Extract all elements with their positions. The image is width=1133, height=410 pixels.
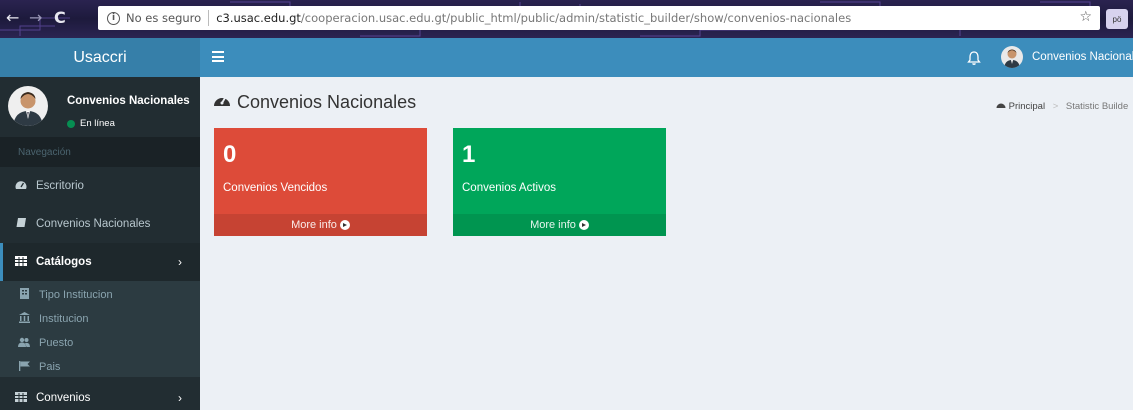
dashboard-icon [996, 101, 1009, 112]
user-menu[interactable]: Convenios Nacionales [1001, 46, 1133, 68]
status-badge: En línea [67, 118, 115, 129]
chevron-right-icon: › [178, 391, 182, 405]
address-bar[interactable]: i No es seguro c3.usac.edu.gt /cooperaci… [98, 6, 1100, 30]
more-info-label: More info [530, 219, 576, 231]
table-icon [15, 391, 27, 405]
sidebar-item-label: Convenios [36, 392, 91, 404]
stat-box-vencidos: 0 Convenios Vencidos More info [214, 128, 427, 236]
sidebar-subitem-tipo-institucion[interactable]: Tipo Institucion [0, 283, 200, 307]
book-icon [15, 217, 27, 231]
catalogos-submenu: Tipo Institucion Institucion Puesto Pais [0, 281, 200, 377]
building-icon [18, 288, 30, 302]
address-separator [208, 10, 210, 26]
main-header: Convenios Nacionales [200, 38, 1133, 77]
sidebar-subitem-label: Pais [39, 361, 61, 373]
more-info-link[interactable]: More info [453, 214, 666, 236]
sidebar-subitem-institucion[interactable]: Institucion [0, 307, 200, 331]
sidebar-item-label: Convenios Nacionales [36, 218, 151, 230]
status-text: En línea [80, 118, 115, 129]
breadcrumb: Principal > Statistic Builde [996, 100, 1128, 112]
sidebar-user-name: Convenios Nacionales [67, 95, 190, 107]
arrow-circle-right-icon [339, 220, 350, 230]
sidebar-subitem-label: Puesto [39, 337, 74, 349]
sidebar-item-convenios[interactable]: Convenios › [0, 379, 200, 410]
user-panel: Convenios Nacionales En línea [0, 77, 200, 137]
dashboard-icon [213, 92, 231, 113]
back-button[interactable]: ← [6, 8, 19, 28]
app-logo[interactable]: Usaccri [0, 38, 200, 77]
sidebar-item-escritorio[interactable]: Escritorio [0, 167, 200, 205]
info-icon[interactable]: i [107, 11, 120, 25]
forward-button[interactable]: → [29, 8, 42, 28]
flag-icon [18, 360, 30, 374]
sidebar-item-convenios-nacionales[interactable]: Convenios Nacionales [0, 205, 200, 243]
sidebar-subitem-puesto[interactable]: Puesto [0, 331, 200, 355]
online-dot-icon [67, 119, 75, 128]
sidebar-item-label: Escritorio [36, 180, 84, 192]
nav-header: Navegación [0, 137, 200, 167]
notification-bell-icon[interactable] [966, 50, 982, 66]
stat-value: 1 [462, 141, 476, 168]
arrow-circle-right-icon [578, 220, 589, 230]
extension-icon[interactable]: pö [1106, 9, 1128, 29]
sidebar-subitem-label: Tipo Institucion [39, 289, 113, 301]
page-title-text: Convenios Nacionales [237, 92, 417, 112]
sidebar-item-label: Catálogos [36, 256, 92, 268]
sidebar-subitem-pais[interactable]: Pais [0, 355, 200, 379]
avatar [8, 86, 48, 126]
breadcrumb-home[interactable]: Principal [1009, 101, 1045, 112]
more-info-link[interactable]: More info [214, 214, 427, 236]
stat-label: Convenios Activos [462, 182, 556, 194]
header-user-name: Convenios Nacionales [1032, 51, 1133, 63]
breadcrumb-separator: > [1052, 101, 1059, 112]
browser-toolbar: ← → C i No es seguro c3.usac.edu.gt /coo… [0, 0, 1133, 38]
sidebar-subitem-label: Institucion [39, 313, 89, 325]
page-title: Convenios Nacionales [213, 92, 416, 113]
bookmark-star-icon[interactable]: ☆ [1079, 9, 1092, 25]
url-path: /cooperacion.usac.edu.gt/public_html/pub… [300, 11, 852, 25]
table-icon [15, 255, 27, 269]
url-host: c3.usac.edu.gt [216, 11, 301, 25]
institution-icon [18, 312, 30, 326]
sidebar: Convenios Nacionales En línea Navegación… [0, 77, 200, 410]
more-info-label: More info [291, 219, 337, 231]
stat-box-activos: 1 Convenios Activos More info [453, 128, 666, 236]
breadcrumb-current: Statistic Builde [1065, 101, 1129, 112]
sidebar-item-catalogos[interactable]: Catálogos › [0, 243, 200, 281]
chevron-right-icon: › [178, 255, 182, 269]
stat-label: Convenios Vencidos [223, 182, 328, 194]
users-icon [18, 337, 30, 350]
security-label: No es seguro [126, 11, 202, 25]
stat-value: 0 [223, 141, 237, 168]
reload-button[interactable]: C [54, 8, 66, 28]
sidebar-toggle-icon[interactable] [212, 51, 224, 62]
avatar [1001, 46, 1023, 68]
content-area: Convenios Nacionales Principal > Statist… [200, 77, 1133, 410]
dashboard-icon [15, 179, 27, 193]
